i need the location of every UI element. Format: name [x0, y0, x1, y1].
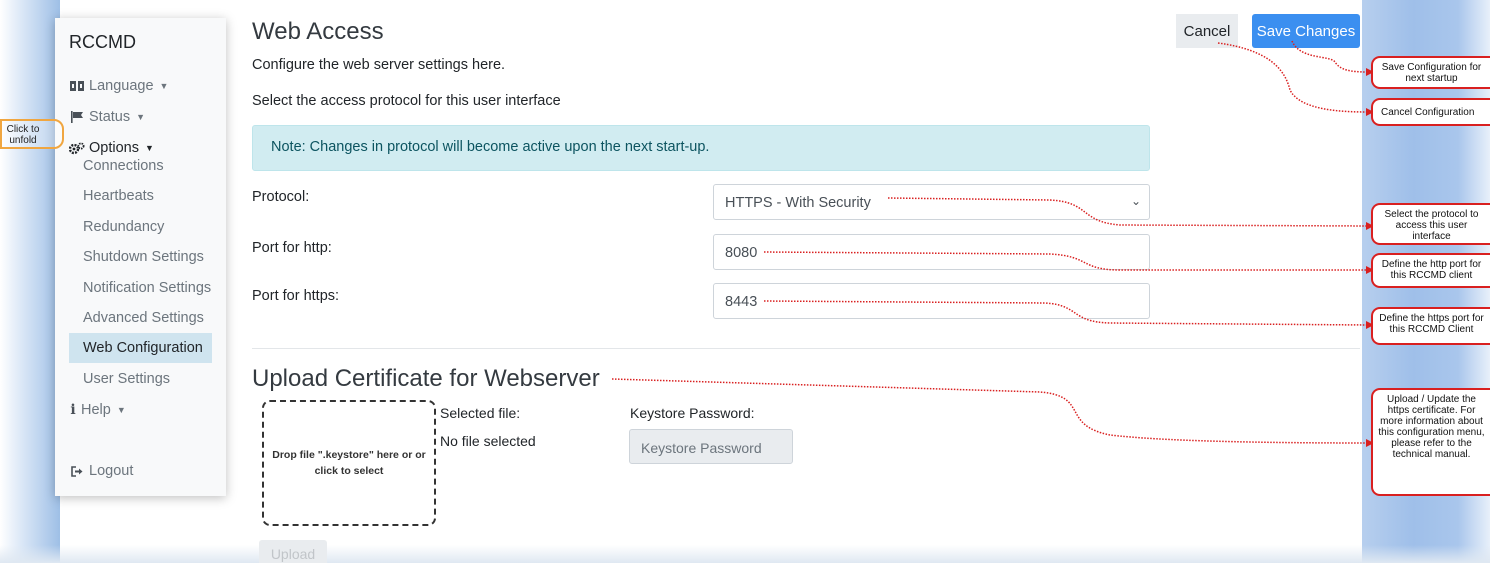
caret-down-icon: ▼: [159, 81, 169, 91]
save-changes-button[interactable]: Save Changes: [1252, 14, 1360, 48]
sidebar-item-status[interactable]: Status ▼: [69, 104, 145, 130]
sidebar-subitem-redundancy[interactable]: Redundancy: [69, 212, 212, 242]
keystore-password-label: Keystore Password:: [630, 405, 755, 421]
main-content: Web Access Cancel Save Changes Configure…: [226, 0, 1362, 563]
certificate-section-title: Upload Certificate for Webserver: [252, 365, 600, 392]
sidebar-subitem-notification-settings[interactable]: Notification Settings: [69, 273, 212, 303]
flag-icon: [69, 110, 85, 124]
sidebar-subitem-web-configuration[interactable]: Web Configuration: [69, 333, 212, 363]
sidebar-item-help[interactable]: i Help ▼: [69, 397, 126, 423]
annotation-https: Define the https port for this RCCMD Cli…: [1371, 307, 1490, 345]
https-port-input[interactable]: 8443: [713, 283, 1150, 319]
sidebar-item-logout[interactable]: Logout: [69, 458, 133, 484]
annotation-http: Define the http port for this RCCMD clie…: [1371, 253, 1490, 288]
page-title: Web Access: [252, 18, 384, 45]
protocol-select[interactable]: HTTPS - With Security ⌄: [713, 184, 1150, 220]
sidebar-item-label: Status: [89, 109, 131, 125]
selected-file-value: No file selected: [440, 433, 536, 449]
caret-down-icon: ▼: [136, 112, 146, 122]
sidebar-item-label: Language: [89, 78, 154, 94]
info-icon: i: [70, 402, 76, 418]
protocol-label: Protocol:: [252, 189, 310, 205]
selected-file-label: Selected file:: [440, 405, 521, 421]
https-port-label: Port for https:: [252, 288, 340, 304]
sidebar-item-language[interactable]: Language ▼: [69, 73, 168, 99]
annotation-protocol: Select the protocol to access this user …: [1371, 203, 1490, 245]
sidebar-subitem-heartbeats[interactable]: Heartbeats: [69, 181, 212, 211]
http-port-input[interactable]: 8080: [713, 234, 1150, 270]
annotation-certificate: Upload / Update the https certificate. F…: [1371, 388, 1490, 496]
info-note: Note: Changes in protocol will become ac…: [252, 125, 1150, 171]
chevron-down-icon: ⌄: [1130, 194, 1141, 208]
protocol-select-value: HTTPS - With Security: [725, 195, 871, 211]
unfold-callout: Click to unfold: [0, 119, 64, 149]
sidebar-item-label: Logout: [89, 463, 134, 479]
caret-down-icon: ▼: [116, 405, 126, 415]
sidebar-subitem-shutdown-settings[interactable]: Shutdown Settings: [69, 242, 212, 272]
dropzone-text: Drop file ".keystore" here or or click t…: [272, 449, 426, 477]
upload-button[interactable]: Upload: [259, 540, 327, 563]
keystore-password-input[interactable]: Keystore Password: [629, 429, 793, 464]
section-divider: [252, 348, 1360, 349]
http-port-label: Port for http:: [252, 240, 332, 256]
sidebar-item-label: Help: [81, 402, 111, 418]
brand-title: RCCMD: [69, 32, 136, 52]
sidebar-subitem-user-settings[interactable]: User Settings: [69, 364, 212, 394]
logout-icon: [69, 464, 85, 478]
page-description: Configure the web server settings here.: [252, 57, 506, 73]
annotation-save: Save Configuration for next startup: [1371, 56, 1490, 89]
sidebar: RCCMD Language ▼ Status ▼ Options ▼ Conn…: [55, 18, 226, 496]
keystore-dropzone[interactable]: Drop file ".keystore" here or or click t…: [262, 400, 436, 526]
cancel-button[interactable]: Cancel: [1176, 14, 1238, 48]
sidebar-subitem-advanced-settings[interactable]: Advanced Settings: [69, 303, 212, 333]
annotation-cancel: Cancel Configuration: [1371, 98, 1490, 126]
protocol-prompt: Select the access protocol for this user…: [252, 93, 561, 109]
language-icon: [69, 79, 85, 93]
left-backdrop: [0, 0, 60, 563]
sidebar-subitem-connections[interactable]: Connections: [69, 151, 212, 181]
